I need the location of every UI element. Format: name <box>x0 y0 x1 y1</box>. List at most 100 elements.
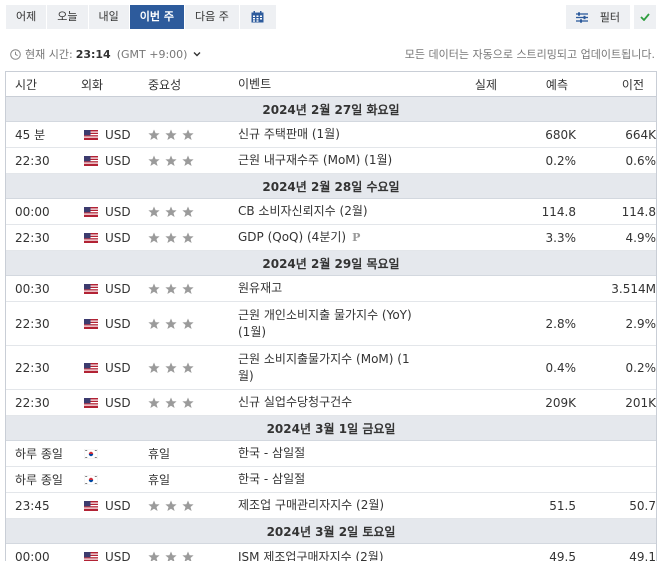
event-previous: 0.6% <box>625 153 657 168</box>
event-name-text: 근원 내구재수주 (MoM) (1월) <box>238 153 393 167</box>
header-currency: 외화 <box>81 77 104 92</box>
event-importance <box>148 500 238 512</box>
star-icon <box>182 232 194 243</box>
star-icon <box>165 155 177 166</box>
event-name[interactable]: 신규 주택판매 (1월) <box>238 126 428 143</box>
event-currency: USD <box>81 317 148 331</box>
event-name-text: 신규 주택판매 (1월) <box>238 127 340 141</box>
star-icon <box>165 500 177 511</box>
star-icon <box>165 362 177 373</box>
star-icon <box>148 155 160 166</box>
confirm-button[interactable] <box>634 5 656 29</box>
calendar-button[interactable] <box>239 5 276 29</box>
event-importance <box>148 232 238 244</box>
header-event: 이벤트 <box>238 76 272 91</box>
event-name[interactable]: ISM 제조업구매자지수 (2월) <box>238 549 428 561</box>
event-row[interactable]: 00:00 USD ISM 제조업구매자지수 (2월) 49.5 49.1 <box>6 544 656 561</box>
event-time: 23:45 <box>15 498 50 513</box>
event-row[interactable]: 22:30 USD 신규 실업수당청구건수 209K 201K <box>6 390 656 416</box>
event-previous: 50.7 <box>629 498 656 513</box>
us-flag-icon <box>84 318 98 329</box>
date-group-row: 2024년 2월 28일 수요일 <box>6 174 656 199</box>
event-previous: 4.9% <box>625 230 657 245</box>
header-forecast: 예측 <box>545 77 568 92</box>
star-icon <box>182 397 194 408</box>
importance-stars <box>148 362 194 374</box>
currency-code: USD <box>105 498 131 513</box>
tab-next-week[interactable]: 다음 주 <box>184 5 239 29</box>
top-toolbar: 어제 오늘 내일 이번 주 다음 주 필터 <box>6 5 656 29</box>
event-name[interactable]: 근원 개인소비지출 물가지수 (YoY) (1월) <box>238 307 428 341</box>
tab-tomorrow[interactable]: 내일 <box>88 5 129 29</box>
event-time: 22:30 <box>15 230 50 245</box>
event-row[interactable]: 22:30 USD GDP (QoQ) (4분기) P 3.3% 4.9% <box>6 225 656 251</box>
event-row[interactable]: 하루 종일 휴일 한국 - 삼일절 <box>6 467 656 493</box>
economic-calendar-table: 시간 외화 중요성 이벤트 실제 예측 이전 2024년 2월 27일 화요일 4… <box>5 71 657 561</box>
event-forecast: 680K <box>545 127 576 142</box>
calendar-icon <box>251 11 264 23</box>
event-previous: 0.2% <box>625 360 657 375</box>
event-name-text: 근원 소비지출물가지수 (MoM) (1월) <box>238 351 410 383</box>
event-row[interactable]: 45 분 USD 신규 주택판매 (1월) 680K 664K <box>6 122 656 148</box>
event-name[interactable]: 근원 소비지출물가지수 (MoM) (1월) <box>238 351 428 385</box>
event-name[interactable]: CB 소비자신뢰지수 (2월) <box>238 203 428 220</box>
event-row[interactable]: 23:45 USD 제조업 구매관리자지수 (2월) 51.5 50.7 <box>6 493 656 519</box>
event-name[interactable]: 한국 - 삼일절 <box>238 471 428 488</box>
event-row[interactable]: 22:30 USD 근원 소비지출물가지수 (MoM) (1월) 0.4% 0.2% <box>6 346 656 390</box>
event-previous: 201K <box>625 395 656 410</box>
filter-button[interactable]: 필터 <box>565 5 630 29</box>
chevron-down-icon <box>193 52 201 57</box>
importance-stars <box>148 551 194 561</box>
currency-code: USD <box>105 550 131 561</box>
us-flag-icon <box>84 283 98 294</box>
kr-flag-icon <box>84 474 98 485</box>
event-row[interactable]: 22:30 USD 근원 개인소비지출 물가지수 (YoY) (1월) 2.8% 2.9… <box>6 302 656 346</box>
event-currency <box>81 474 148 485</box>
star-icon <box>182 500 194 511</box>
event-row[interactable]: 00:00 USD CB 소비자신뢰지수 (2월) 114.8 114.8 <box>6 199 656 225</box>
holiday-label: 휴일 <box>148 473 171 487</box>
event-name-text: 제조업 구매관리자지수 (2월) <box>238 498 385 512</box>
us-flag-icon <box>84 155 98 166</box>
current-time-selector[interactable]: 현재 시간: 23:14 (GMT +9:00) <box>10 46 201 62</box>
toolbar-actions: 필터 <box>565 5 656 29</box>
currency-code: USD <box>105 281 131 296</box>
event-name[interactable]: GDP (QoQ) (4분기) P <box>238 229 428 246</box>
event-name[interactable]: 근원 내구재수주 (MoM) (1월) <box>238 152 428 169</box>
tab-yesterday[interactable]: 어제 <box>6 5 47 29</box>
importance-stars <box>148 232 194 244</box>
event-forecast: 0.2% <box>545 153 577 168</box>
star-icon <box>182 318 194 329</box>
event-name-text: 신규 실업수당청구건수 <box>238 395 353 409</box>
event-forecast: 49.5 <box>549 550 576 561</box>
event-name[interactable]: 원유재고 <box>238 280 428 297</box>
star-icon <box>148 283 160 294</box>
event-currency <box>81 448 148 459</box>
event-name-text: GDP (QoQ) (4분기) <box>238 230 347 244</box>
event-importance <box>148 362 238 374</box>
date-group-row: 2024년 3월 2일 토요일 <box>6 519 656 544</box>
clock-icon <box>10 48 21 60</box>
holiday-label: 휴일 <box>148 447 171 461</box>
event-name[interactable]: 제조업 구매관리자지수 (2월) <box>238 497 428 514</box>
time-info-row: 현재 시간: 23:14 (GMT +9:00) 모든 데이터는 자동으로 스트… <box>10 46 655 62</box>
event-currency: USD <box>81 128 148 142</box>
us-flag-icon <box>84 500 98 511</box>
date-group-row: 2024년 2월 27일 화요일 <box>6 97 656 122</box>
event-importance <box>148 129 238 141</box>
tab-today[interactable]: 오늘 <box>47 5 88 29</box>
table-header: 시간 외화 중요성 이벤트 실제 예측 이전 <box>6 72 656 97</box>
event-name[interactable]: 한국 - 삼일절 <box>238 445 428 462</box>
event-name-text: 한국 - 삼일절 <box>238 472 306 486</box>
importance-stars <box>148 206 194 218</box>
tab-this-week[interactable]: 이번 주 <box>129 5 184 29</box>
event-currency: USD <box>81 361 148 375</box>
event-time: 45 분 <box>15 128 46 142</box>
star-icon <box>165 551 177 561</box>
us-flag-icon <box>84 362 98 373</box>
event-name[interactable]: 신규 실업수당청구건수 <box>238 394 428 411</box>
event-row[interactable]: 하루 종일 휴일 한국 - 삼일절 <box>6 441 656 467</box>
event-row[interactable]: 22:30 USD 근원 내구재수주 (MoM) (1월) 0.2% 0.6% <box>6 148 656 174</box>
event-row[interactable]: 00:30 USD 원유재고 3.514M <box>6 276 656 302</box>
star-icon <box>182 551 194 561</box>
